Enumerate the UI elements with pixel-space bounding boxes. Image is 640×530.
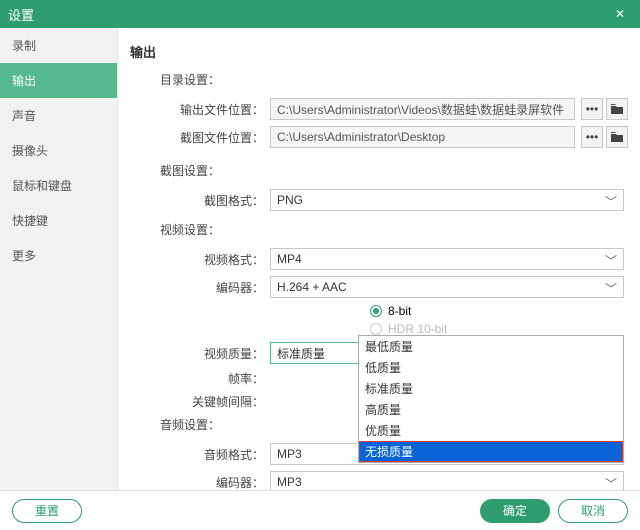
label-audio-encoder: 编码器： bbox=[180, 474, 270, 491]
screenshot-path-folder-button[interactable] bbox=[606, 126, 628, 148]
more-icon: ••• bbox=[586, 130, 599, 144]
video-format-select[interactable]: MP4﹀ bbox=[270, 248, 624, 270]
folder-icon bbox=[611, 132, 623, 142]
dropdown-option[interactable]: 最低质量 bbox=[359, 336, 623, 357]
window-title: 设置 bbox=[8, 5, 608, 24]
sidebar: 录制 输出 声音 摄像头 鼠标和键盘 快捷键 更多 bbox=[0, 28, 118, 490]
group-screenshot: 截图设置： bbox=[160, 162, 628, 179]
more-icon: ••• bbox=[586, 102, 599, 116]
bitdepth-hdr10-radio[interactable]: HDR 10-bit bbox=[370, 322, 628, 336]
folder-icon bbox=[611, 104, 623, 114]
chevron-down-icon: ﹀ bbox=[605, 280, 617, 297]
radio-icon bbox=[370, 305, 382, 317]
chevron-down-icon: ﹀ bbox=[605, 193, 617, 210]
output-path-field[interactable]: C:\Users\Administrator\Videos\数据蛙\数据蛙录屏软… bbox=[270, 98, 575, 120]
group-video: 视频设置： bbox=[160, 221, 628, 238]
audio-encoder-select[interactable]: MP3﹀ bbox=[270, 471, 624, 490]
sidebar-item-more[interactable]: 更多 bbox=[0, 238, 117, 273]
dropdown-option[interactable]: 高质量 bbox=[359, 399, 623, 420]
chevron-down-icon: ﹀ bbox=[605, 475, 617, 490]
output-path-more-button[interactable]: ••• bbox=[581, 98, 603, 120]
footer: 重置 确定 取消 bbox=[0, 490, 640, 530]
label-screenshot-format: 截图格式： bbox=[180, 192, 270, 209]
sidebar-item-camera[interactable]: 摄像头 bbox=[0, 133, 117, 168]
screenshot-path-field[interactable]: C:\Users\Administrator\Desktop bbox=[270, 126, 575, 148]
chevron-down-icon: ﹀ bbox=[605, 252, 617, 269]
section-title: 输出 bbox=[130, 42, 628, 61]
dropdown-option[interactable]: 低质量 bbox=[359, 357, 623, 378]
label-output-path: 输出文件位置： bbox=[180, 101, 270, 118]
sidebar-item-sound[interactable]: 声音 bbox=[0, 98, 117, 133]
sidebar-item-output[interactable]: 输出 bbox=[0, 63, 117, 98]
reset-button[interactable]: 重置 bbox=[12, 499, 82, 523]
group-directory: 目录设置： bbox=[160, 71, 628, 88]
label-video-quality: 视频质量： bbox=[180, 345, 270, 362]
label-video-encoder: 编码器： bbox=[180, 279, 270, 296]
video-quality-dropdown: 最低质量 低质量 标准质量 高质量 优质量 无损质量 bbox=[358, 335, 624, 463]
screenshot-format-select[interactable]: PNG﹀ bbox=[270, 189, 624, 211]
label-screenshot-path: 截图文件位置： bbox=[180, 129, 270, 146]
close-icon[interactable]: ✕ bbox=[608, 7, 632, 21]
output-path-folder-button[interactable] bbox=[606, 98, 628, 120]
video-encoder-select[interactable]: H.264 + AAC﹀ bbox=[270, 276, 624, 298]
sidebar-item-record[interactable]: 录制 bbox=[0, 28, 117, 63]
dropdown-option[interactable]: 标准质量 bbox=[359, 378, 623, 399]
sidebar-item-hotkeys[interactable]: 快捷键 bbox=[0, 203, 117, 238]
dropdown-option[interactable]: 优质量 bbox=[359, 420, 623, 441]
label-framerate: 帧率： bbox=[180, 370, 270, 387]
radio-icon bbox=[370, 323, 382, 335]
bitdepth-8bit-radio[interactable]: 8-bit bbox=[370, 304, 628, 318]
titlebar: 设置 ✕ bbox=[0, 0, 640, 28]
content-panel: 输出 目录设置： 输出文件位置： C:\Users\Administrator\… bbox=[118, 28, 640, 490]
ok-button[interactable]: 确定 bbox=[480, 499, 550, 523]
sidebar-item-mouse-keyboard[interactable]: 鼠标和键盘 bbox=[0, 168, 117, 203]
label-video-format: 视频格式： bbox=[180, 251, 270, 268]
screenshot-path-more-button[interactable]: ••• bbox=[581, 126, 603, 148]
cancel-button[interactable]: 取消 bbox=[558, 499, 628, 523]
label-keyframe: 关键帧间隔： bbox=[180, 393, 270, 410]
dropdown-option-selected[interactable]: 无损质量 bbox=[359, 441, 623, 462]
label-audio-format: 音频格式： bbox=[180, 446, 270, 463]
